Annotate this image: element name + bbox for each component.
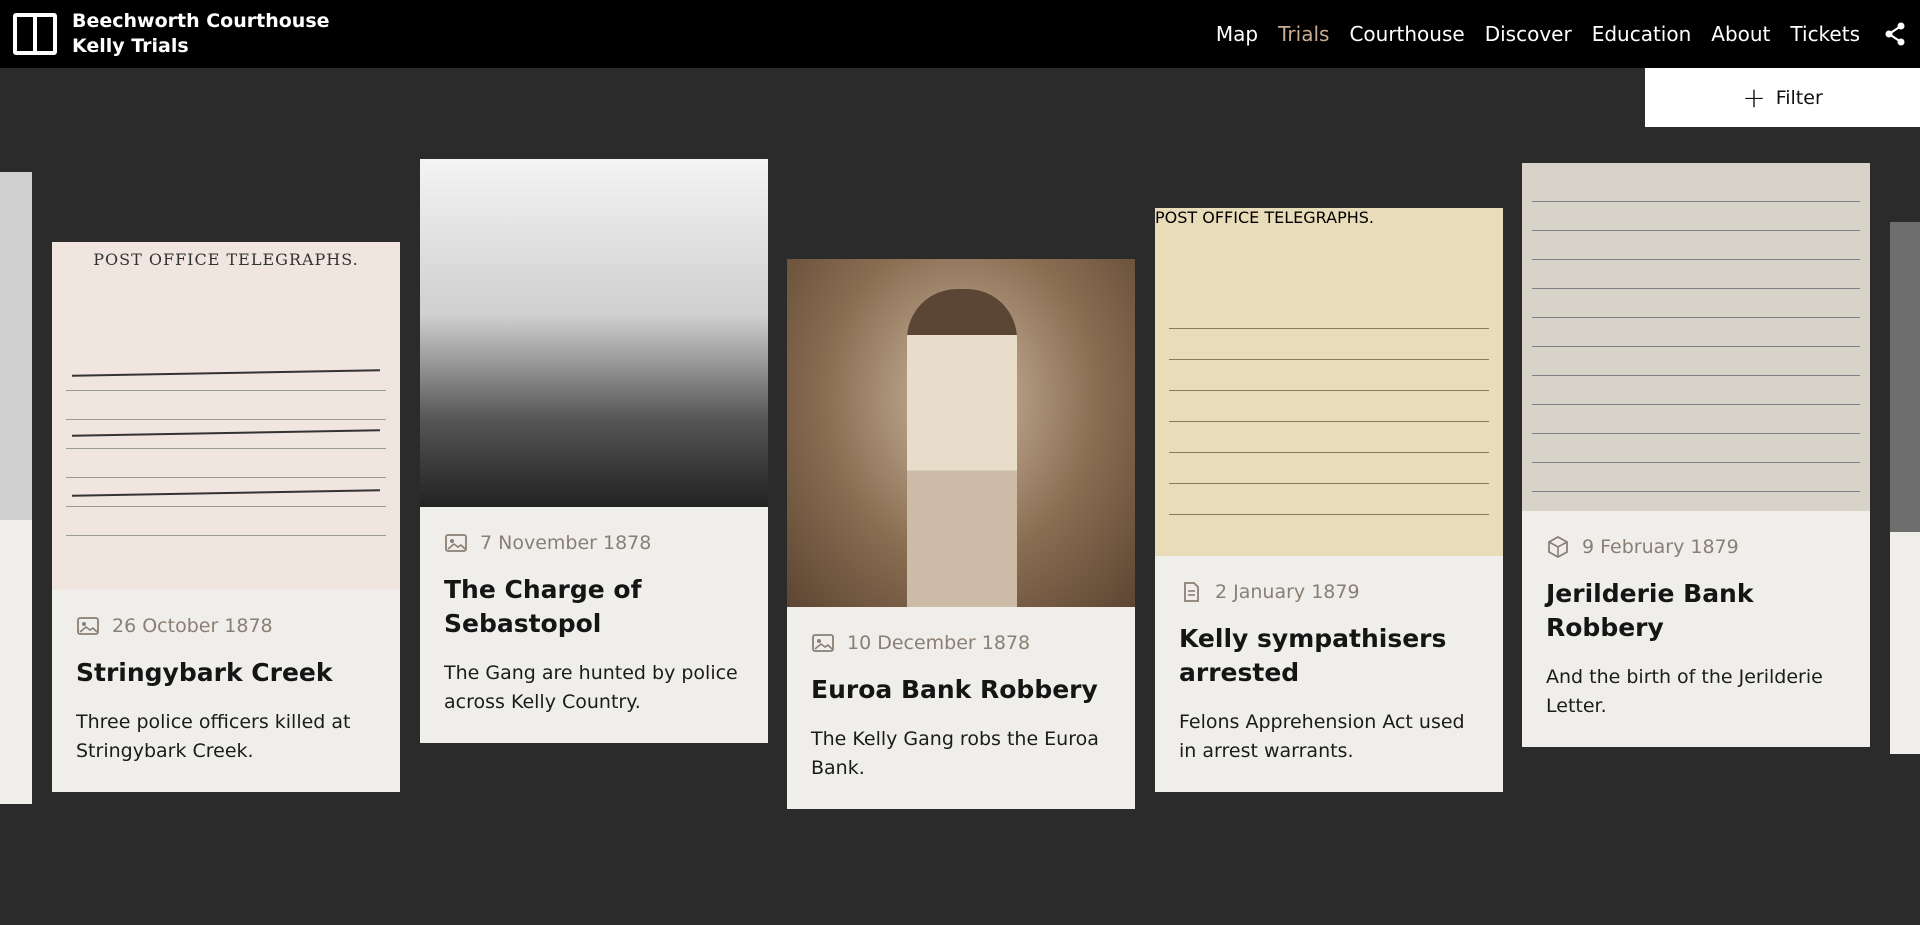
site-header: Beechworth Courthouse Kelly Trials Map T… (0, 0, 1920, 68)
partial-card-right[interactable] (1890, 222, 1920, 754)
image-icon (445, 534, 467, 552)
card-image: POST OFFICE TELEGRAPHS. (1155, 208, 1503, 556)
image-heading: POST OFFICE TELEGRAPHS. (93, 250, 359, 269)
nav-education[interactable]: Education (1592, 22, 1692, 46)
filter-label: Filter (1775, 86, 1823, 109)
nav-about[interactable]: About (1711, 22, 1770, 46)
card-title: Stringybark Creek (76, 658, 333, 687)
card-image (420, 159, 768, 507)
card-title: Euroa Bank Robbery (811, 675, 1098, 704)
partial-card-image (0, 172, 32, 520)
nav-courthouse[interactable]: Courthouse (1349, 22, 1464, 46)
nav-tickets[interactable]: Tickets (1790, 22, 1860, 46)
image-heading: POST OFFICE TELEGRAPHS. (1155, 208, 1374, 227)
card-image: POST OFFICE TELEGRAPHS. (52, 242, 400, 590)
main-nav: Map Trials Courthouse Discover Education… (1216, 0, 1860, 68)
image-icon (812, 634, 834, 652)
plus-icon: + (1742, 80, 1766, 114)
partial-card-image (1890, 222, 1920, 532)
site-title-line1: Beechworth Courthouse (72, 10, 330, 32)
timeline-card[interactable]: POST OFFICE TELEGRAPHS. 26 October 1878 … (52, 242, 400, 792)
nav-trials[interactable]: Trials (1278, 22, 1329, 46)
card-description: Felons Apprehension Act used in arrest w… (1179, 711, 1465, 762)
card-date: 26 October 1878 (112, 615, 273, 637)
card-description: And the birth of the Jerilderie Letter. (1546, 666, 1823, 717)
share-icon[interactable] (1884, 22, 1906, 46)
card-description: The Gang are hunted by police across Kel… (444, 662, 738, 713)
card-date: 9 February 1879 (1582, 536, 1739, 558)
partial-card-left[interactable] (0, 172, 32, 804)
nav-discover[interactable]: Discover (1485, 22, 1572, 46)
site-logo[interactable] (13, 13, 57, 55)
timeline-card[interactable]: 9 February 1879 Jerilderie Bank Robbery … (1522, 163, 1870, 747)
timeline-card[interactable]: POST OFFICE TELEGRAPHS. 2 January 1879 K… (1155, 208, 1503, 792)
timeline-card[interactable]: 7 November 1878 The Charge of Sebastopol… (420, 159, 768, 743)
filter-button[interactable]: + Filter (1645, 68, 1920, 127)
card-title: Kelly sympathisers arrested (1179, 624, 1447, 687)
image-icon (77, 617, 99, 635)
card-title: The Charge of Sebastopol (444, 575, 642, 638)
nav-map[interactable]: Map (1216, 22, 1258, 46)
card-date: 2 January 1879 (1215, 581, 1360, 603)
timeline-card[interactable]: 10 December 1878 Euroa Bank Robbery The … (787, 259, 1135, 809)
card-image (787, 259, 1135, 607)
card-date: 7 November 1878 (480, 532, 652, 554)
object-icon (1548, 535, 1568, 559)
card-image (1522, 163, 1870, 511)
card-title: Jerilderie Bank Robbery (1546, 579, 1754, 642)
card-date: 10 December 1878 (847, 632, 1031, 654)
card-description: Three police officers killed at Stringyb… (76, 711, 351, 762)
site-title-line2: Kelly Trials (72, 35, 189, 57)
document-icon (1184, 582, 1199, 602)
site-title[interactable]: Beechworth Courthouse Kelly Trials (72, 9, 330, 59)
card-description: The Kelly Gang robs the Euroa Bank. (811, 728, 1099, 779)
